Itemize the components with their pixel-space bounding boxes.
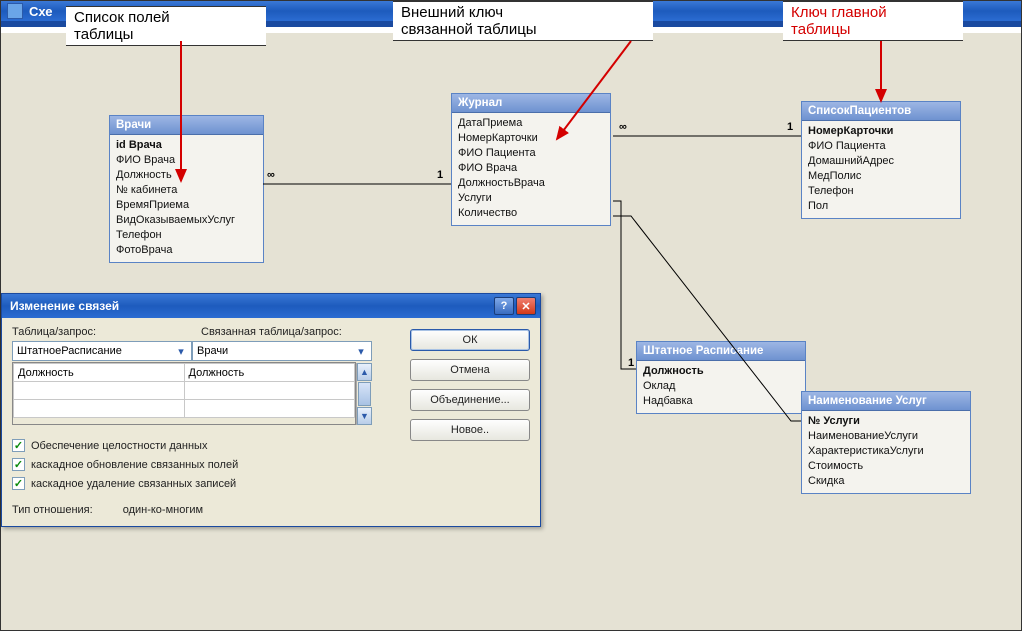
chevron-down-icon: ▾ — [173, 343, 189, 359]
checkbox-cascade-update[interactable]: ✓ — [12, 458, 25, 471]
table-vrachi[interactable]: Врачи id Врача ФИО Врача Должность № каб… — [109, 115, 264, 263]
table-fields: ДатаПриема НомерКарточки ФИО Пациента ФИ… — [452, 113, 610, 225]
relation-many-label: ∞ — [619, 121, 627, 133]
chevron-down-icon: ▾ — [353, 343, 369, 359]
label-cascade-delete: каскадное удаление связанных записей — [31, 478, 236, 490]
combo-table[interactable]: ШтатноеРасписание ▾ — [12, 341, 192, 361]
scroll-thumb[interactable] — [358, 382, 371, 406]
create-new-button[interactable]: Новое.. — [410, 419, 530, 441]
edit-relationships-dialog[interactable]: Изменение связей ? ✕ Таблица/запрос: Свя… — [1, 293, 541, 527]
checkbox-integrity[interactable]: ✓ — [12, 439, 25, 452]
table-title[interactable]: Наименование Услуг — [802, 392, 970, 411]
relation-one-label: 1 — [787, 121, 793, 133]
relation-one-label: 1 — [437, 169, 443, 181]
label-relation-type: Тип отношения: — [12, 504, 93, 516]
table-spisokpatsientov[interactable]: СписокПациентов НомерКарточки ФИО Пациен… — [801, 101, 961, 219]
app-icon — [7, 3, 23, 19]
dialog-title: Изменение связей — [10, 299, 119, 313]
table-fields: № Услуги НаименованиеУслуги Характеристи… — [802, 411, 970, 493]
dialog-titlebar[interactable]: Изменение связей ? ✕ — [2, 294, 540, 318]
grid-scrollbar[interactable]: ▲ ▼ — [356, 363, 372, 425]
join-type-button[interactable]: Объединение... — [410, 389, 530, 411]
table-title[interactable]: СписокПациентов — [802, 102, 960, 121]
field-mapping-grid[interactable]: Должность Должность — [13, 363, 355, 418]
scroll-up-icon[interactable]: ▲ — [357, 363, 372, 381]
table-fields: id Врача ФИО Врача Должность № кабинета … — [110, 135, 263, 262]
label-table-query: Таблица/запрос: — [12, 326, 183, 338]
app-title: Схе — [29, 4, 53, 19]
table-fields: НомерКарточки ФИО Пациента ДомашнийАдрес… — [802, 121, 960, 218]
callout-foreign-key: Внешний ключсвязанной таблицы — [393, 1, 653, 41]
cancel-button[interactable]: Отмена — [410, 359, 530, 381]
table-title[interactable]: Врачи — [110, 116, 263, 135]
ok-button[interactable]: ОК — [410, 329, 530, 351]
scroll-down-icon[interactable]: ▼ — [357, 407, 372, 425]
table-shtatnoeraspisanie[interactable]: Штатное Расписание Должность Оклад Надба… — [636, 341, 806, 414]
checkbox-cascade-delete[interactable]: ✓ — [12, 477, 25, 490]
combo-related-table[interactable]: Врачи ▾ — [192, 341, 372, 361]
callout-primary-key: Ключ главнойтаблицы — [783, 1, 963, 41]
help-button[interactable]: ? — [494, 297, 514, 315]
value-relation-type: один-ко-многим — [123, 504, 203, 516]
label-related-table: Связанная таблица/запрос: — [201, 326, 372, 338]
close-button[interactable]: ✕ — [516, 297, 536, 315]
relation-one-label: 1 — [628, 357, 634, 369]
callout-field-list: Список полейтаблицы — [66, 6, 266, 46]
table-title[interactable]: Штатное Расписание — [637, 342, 805, 361]
table-naimenovanieuslug[interactable]: Наименование Услуг № Услуги Наименование… — [801, 391, 971, 494]
table-fields: Должность Оклад Надбавка — [637, 361, 805, 413]
table-title[interactable]: Журнал — [452, 94, 610, 113]
label-cascade-update: каскадное обновление связанных полей — [31, 459, 238, 471]
relation-many-label: ∞ — [267, 169, 275, 181]
table-zhurnal[interactable]: Журнал ДатаПриема НомерКарточки ФИО Паци… — [451, 93, 611, 226]
label-integrity: Обеспечение целостности данных — [31, 440, 207, 452]
